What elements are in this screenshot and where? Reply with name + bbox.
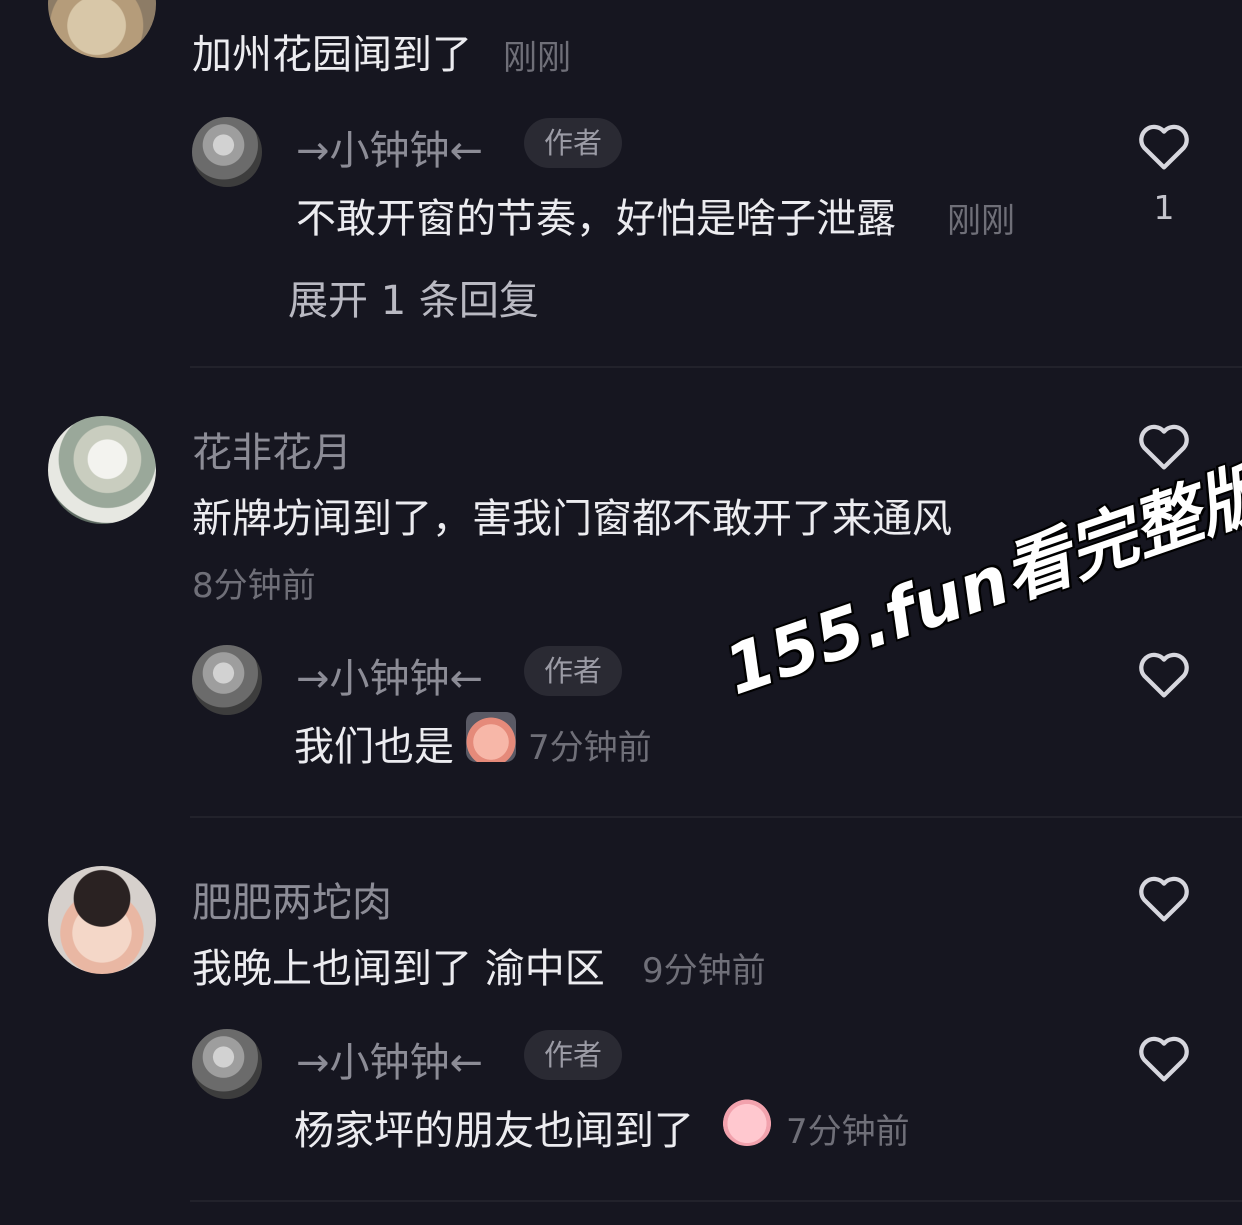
author-badge: 作者: [524, 118, 623, 168]
author-avatar[interactable]: [192, 117, 262, 187]
comment-time: 8分钟前: [192, 566, 316, 606]
reply-time: 刚刚: [947, 201, 1015, 241]
author-badge: 作者: [524, 1030, 623, 1080]
reply-time: 7分钟前: [528, 728, 652, 768]
crying-face-emoji: [466, 712, 516, 762]
reply-time: 7分钟前: [786, 1112, 910, 1152]
commenter-name[interactable]: 肥肥两坨肉: [192, 870, 392, 928]
reply-author-name[interactable]: →小钟钟←: [296, 1030, 483, 1088]
avatar[interactable]: [48, 0, 156, 58]
commenter-name[interactable]: 花非花月: [192, 420, 352, 478]
avatar[interactable]: [48, 866, 156, 974]
reply-author-name[interactable]: →小钟钟←: [296, 646, 483, 704]
avatar[interactable]: [48, 416, 156, 524]
heart-outline-icon[interactable]: [1137, 649, 1191, 699]
author-avatar[interactable]: [192, 1029, 262, 1099]
heart-outline-icon[interactable]: [1137, 1033, 1191, 1083]
reply-text: 杨家坪的朋友也闻到了: [294, 1108, 694, 1154]
author-avatar[interactable]: [192, 645, 262, 715]
reply-author-name[interactable]: →小钟钟←: [296, 118, 483, 176]
reply-text: 不敢开窗的节奏，好怕是啥子泄露: [296, 196, 896, 242]
divider: [190, 366, 1242, 368]
divider: [190, 1200, 1242, 1202]
comment-text: 我晚上也闻到了 渝中区: [192, 946, 605, 992]
reply-text: 我们也是: [294, 724, 454, 770]
expand-replies-link[interactable]: 展开 1 条回复: [288, 268, 539, 326]
heart-outline-icon[interactable]: [1137, 121, 1191, 171]
comment-text: 加州花园闻到了: [192, 32, 472, 78]
sweating-pig-emoji: [722, 1096, 772, 1146]
comment-text: 新牌坊闻到了，害我门窗都不敢开了来通风: [192, 496, 952, 542]
like-count: 1: [1153, 188, 1175, 227]
divider: [190, 816, 1242, 818]
author-badge: 作者: [524, 646, 623, 696]
comment-time: 刚刚: [503, 38, 571, 78]
heart-outline-icon[interactable]: [1137, 873, 1191, 923]
comment-time: 9分钟前: [642, 951, 766, 991]
